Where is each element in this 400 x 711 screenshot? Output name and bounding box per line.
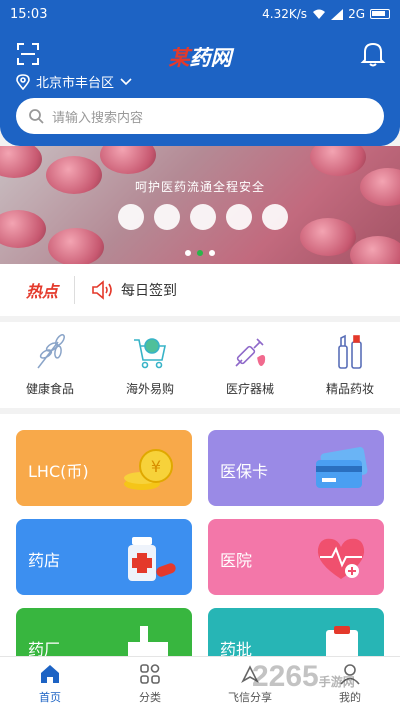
card-label: 药厂 (28, 640, 61, 656)
syringe-icon (235, 338, 266, 367)
carousel-dot[interactable] (209, 250, 215, 256)
category-cosmetics[interactable]: 精品药妆 (300, 322, 400, 408)
location-selector[interactable]: 北京市丰台区 (16, 72, 132, 91)
banner-round-icon (118, 204, 144, 230)
pill-image (310, 146, 366, 176)
promo-banner[interactable]: 呵护医药流通全程安全 (0, 146, 400, 264)
card-hospital[interactable]: 医院 (208, 519, 384, 595)
category-label: 海外易购 (125, 382, 174, 396)
category-medical-devices[interactable]: 医疗器械 (200, 322, 300, 408)
category-label: 医疗器械 (225, 382, 274, 396)
logo-part1: 某 (168, 45, 190, 70)
wifi-icon (313, 9, 326, 19)
category-label: 健康食品 (25, 382, 74, 396)
card-label: 药店 (28, 551, 61, 570)
header: 某药网 北京市丰台区 请输入搜索内容 (0, 28, 400, 146)
svg-text:¥: ¥ (151, 457, 161, 476)
category-label: 精品药妆 (325, 382, 374, 396)
hot-label: 热点 (26, 282, 59, 301)
category-overseas[interactable]: 海外易购 (100, 322, 200, 408)
nav-label: 首页 (39, 691, 61, 704)
banner-icons (118, 204, 288, 230)
speaker-icon (92, 280, 112, 300)
wheat-icon (37, 334, 65, 369)
carousel-dot[interactable] (185, 250, 191, 256)
service-cards: LHC(币) ¥ 医保卡 药店 医院 药厂 药批 (0, 414, 400, 656)
cosmetics-icon (338, 334, 362, 369)
banner-round-icon (262, 204, 288, 230)
nav-label: 分类 (139, 691, 161, 704)
search-icon (29, 109, 44, 124)
location-pin-icon (16, 73, 30, 90)
medicine-bottle-icon (128, 537, 176, 581)
card-factory[interactable]: 药厂 (16, 608, 192, 656)
banner-round-icon (226, 204, 252, 230)
pill-image (0, 210, 46, 248)
card-label: 医保卡 (220, 462, 269, 481)
signal-icon (331, 8, 344, 20)
status-bar: 15:03 4.32K/s 2G (0, 0, 400, 28)
watermark: 2265手游网 (252, 660, 355, 694)
watermark-sub: 手游网 (318, 675, 355, 689)
pill-image (0, 146, 42, 178)
card-lhc-coin[interactable]: LHC(币) ¥ (16, 430, 192, 506)
banner-round-icon (154, 204, 180, 230)
watermark-text: 2265 (252, 660, 319, 693)
location-text: 北京市丰台区 (36, 76, 115, 91)
battery-icon (370, 9, 390, 19)
grid-icon (140, 664, 160, 684)
status-time: 15:03 (10, 6, 48, 22)
pill-image (48, 228, 104, 264)
hot-news-bar[interactable]: 热点 每日签到 (0, 264, 400, 316)
banner-title: 呵护医药流通全程安全 (134, 180, 265, 194)
divider (74, 276, 76, 304)
daily-checkin-text: 每日签到 (121, 283, 178, 299)
card-label: 药批 (220, 640, 253, 656)
search-input[interactable]: 请输入搜索内容 (16, 98, 384, 134)
pill-image (100, 146, 156, 174)
carousel-indicator (0, 250, 400, 256)
home-icon (41, 665, 59, 683)
card-icon (316, 447, 368, 488)
card-pharmacy[interactable]: 药店 (16, 519, 192, 595)
coins-icon: ¥ (124, 449, 173, 490)
app-logo: 某药网 (0, 42, 400, 72)
bell-icon[interactable] (360, 40, 386, 68)
card-wholesale[interactable]: 药批 (208, 608, 384, 656)
chevron-down-icon (120, 77, 132, 85)
category-row: 健康食品 海外易购 医疗器械 精品药妆 (0, 322, 400, 408)
factory-icon (128, 626, 168, 656)
search-placeholder: 请输入搜索内容 (52, 110, 144, 126)
globe-cart-icon (134, 338, 166, 369)
category-health-food[interactable]: 健康食品 (0, 322, 100, 408)
nav-category[interactable]: 分类 (100, 657, 200, 711)
logo-part2: 药网 (189, 45, 232, 70)
network-speed: 4.32K/s (262, 7, 308, 21)
network-type: 2G (348, 7, 365, 21)
card-label: 医院 (220, 551, 253, 570)
heart-pulse-icon (317, 538, 365, 579)
clipboard-icon (326, 626, 358, 656)
card-insurance[interactable]: 医保卡 (208, 430, 384, 506)
nav-home[interactable]: 首页 (0, 657, 100, 711)
banner-round-icon (190, 204, 216, 230)
card-label: LHC(币) (28, 462, 89, 481)
carousel-dot-active[interactable] (197, 250, 203, 256)
